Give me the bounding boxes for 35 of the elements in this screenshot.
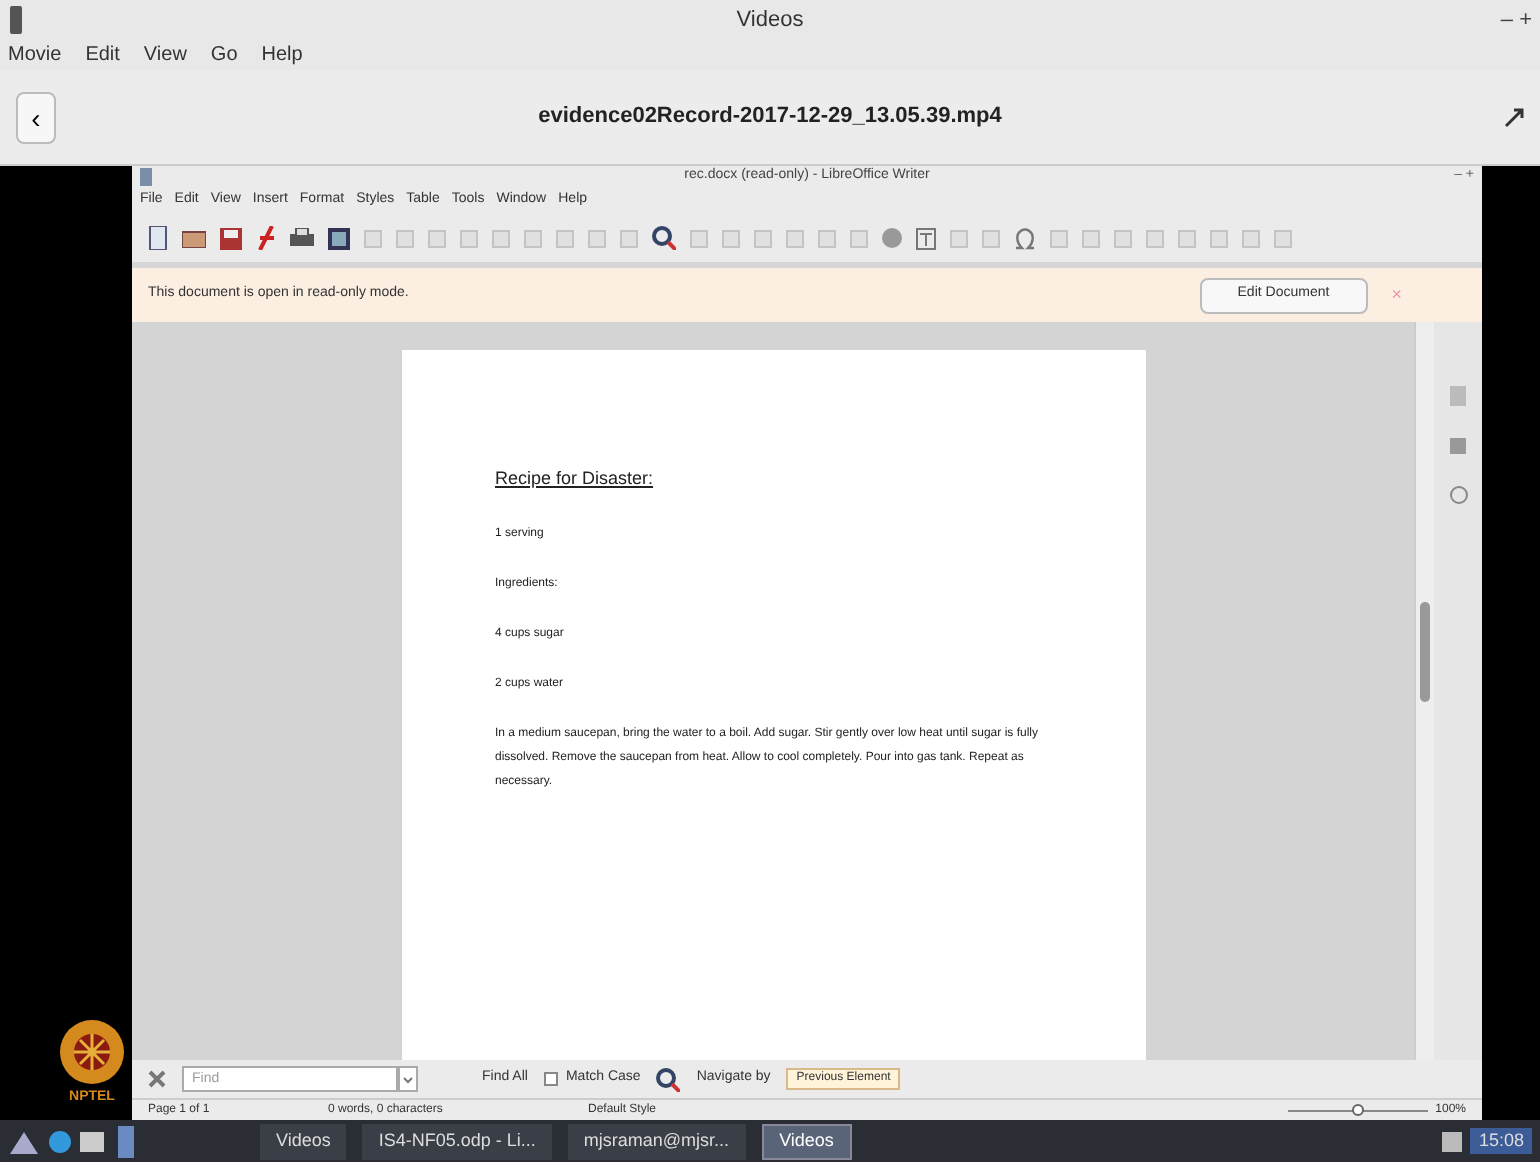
search-icon[interactable] (652, 226, 676, 250)
new-document-icon[interactable] (148, 226, 168, 250)
search-icon[interactable] (656, 1067, 681, 1091)
document-icon (140, 168, 152, 186)
shape-icon[interactable] (882, 228, 902, 248)
compass-icon[interactable] (1449, 486, 1467, 504)
fullscreen-icon[interactable] (1504, 107, 1524, 127)
text-frame-icon[interactable] (916, 227, 936, 249)
window-title: Videos (736, 5, 804, 36)
zoom-slider-thumb[interactable] (1351, 1103, 1364, 1115)
menu-item[interactable]: Movie (8, 40, 62, 70)
back-button[interactable]: ‹ (16, 91, 56, 143)
video-title: evidence02Record-2017-12-29_13.05.39.mp4 (538, 102, 1002, 133)
menu-item[interactable]: Go (210, 40, 238, 70)
dropdown-icon[interactable] (398, 1066, 418, 1092)
taskbar-item[interactable]: mjsraman@mjsr... (567, 1123, 746, 1159)
menu-item[interactable]: Help (261, 40, 303, 70)
preview-icon[interactable] (328, 227, 350, 249)
match-case-checkbox[interactable] (543, 1072, 558, 1086)
printer-icon[interactable] (290, 227, 314, 249)
taskbar-item[interactable]: Videos (761, 1123, 852, 1159)
browser-icon[interactable] (48, 1129, 72, 1153)
menu-item[interactable]: Edit (85, 40, 120, 70)
launcher-icon[interactable] (8, 1127, 40, 1155)
menu-item[interactable]: View (143, 40, 187, 70)
logo-icon (56, 1016, 128, 1088)
taskbar-item[interactable]: Videos (260, 1123, 347, 1159)
document-heading: Recipe for Disaster: (495, 466, 656, 492)
scrollbar[interactable] (1414, 322, 1434, 1060)
taskbar-item[interactable]: IS4-NF05.odp - Li... (362, 1123, 552, 1159)
window-controls[interactable]: – + (1500, 3, 1532, 37)
close-icon[interactable] (148, 1070, 166, 1088)
save-icon[interactable] (220, 227, 242, 249)
clock: 15:08 (1470, 1127, 1532, 1155)
omega-icon[interactable] (1014, 227, 1036, 249)
